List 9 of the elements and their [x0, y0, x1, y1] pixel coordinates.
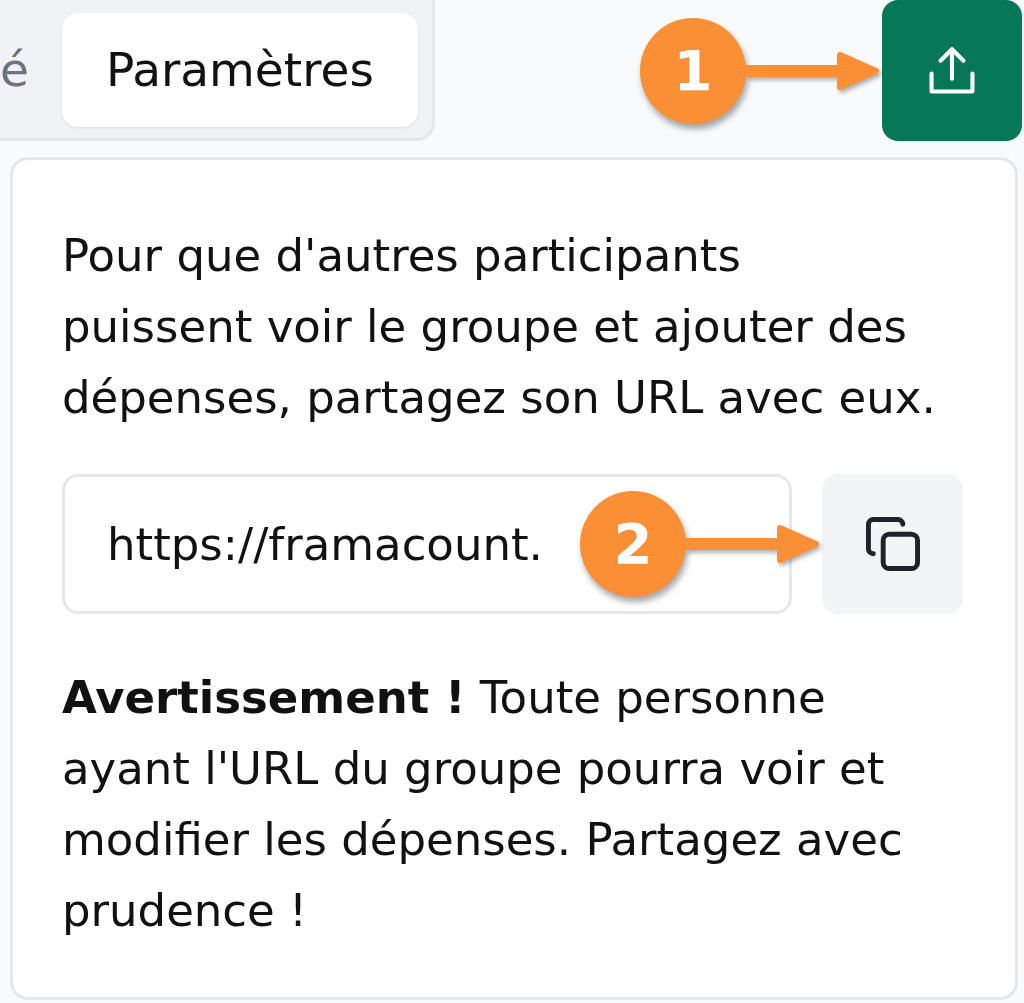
tab[interactable]: é [0, 41, 29, 99]
upload-icon [929, 45, 975, 96]
tab[interactable]: Paramètres [61, 13, 418, 127]
step-number: 1 [640, 17, 746, 124]
share-button[interactable] [882, 0, 1022, 141]
copy-icon [865, 517, 920, 571]
copy-button[interactable] [822, 474, 963, 614]
share-instructions: Pour que d'autres participants puissent voir le groupe et ajouter des dépenses, partagez son URL avec eux. [62, 228, 937, 426]
warning-text: Avertissement ! Toute personne ayant l'URL du groupe pourra voir et modifier les dépenses. Partagez avec prudence ! [62, 670, 904, 939]
